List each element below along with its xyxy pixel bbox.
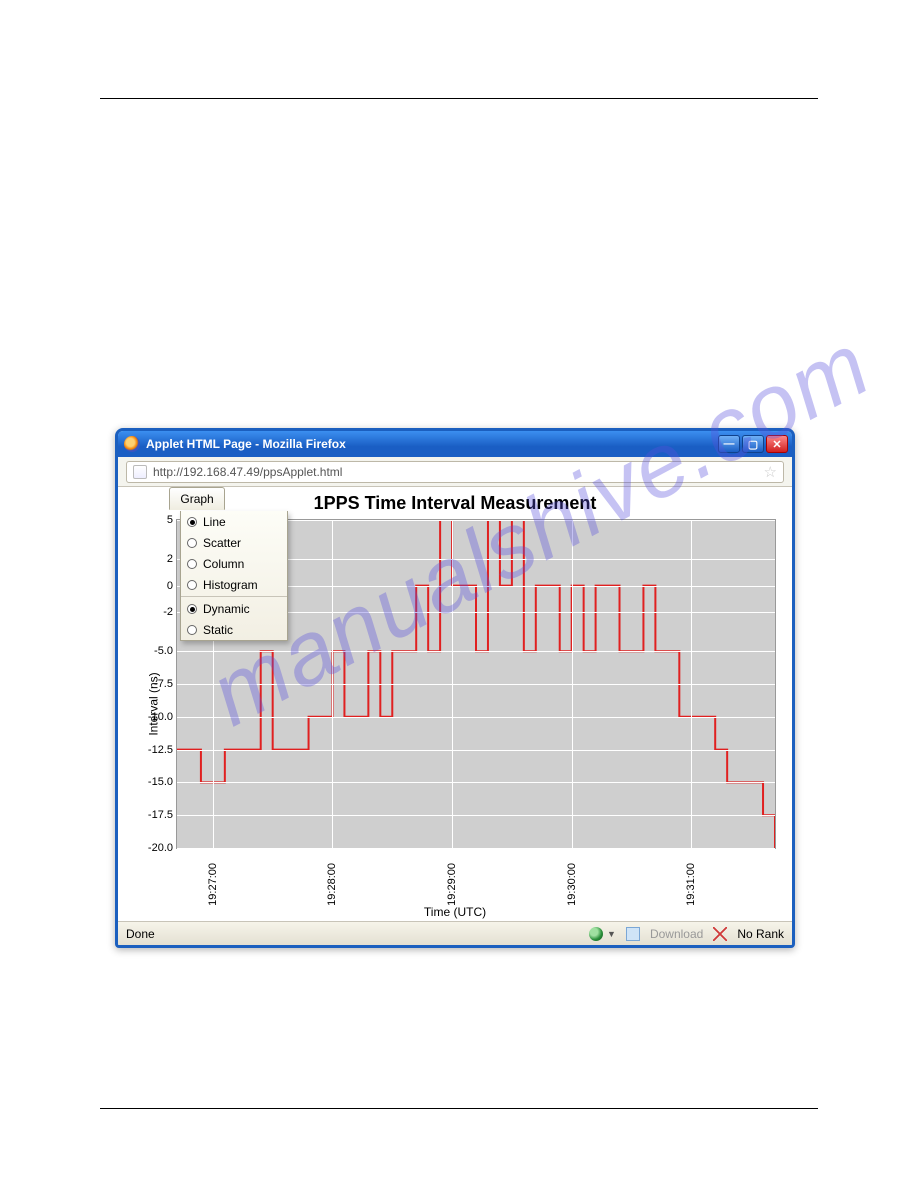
chart-gridline-h — [177, 717, 775, 718]
chart-ytick: -15.0 — [137, 776, 173, 788]
graph-mode-dynamic[interactable]: Dynamic — [181, 598, 287, 619]
chart-xtick: 19:29:00 — [446, 863, 458, 906]
chart-ytick: -20.0 — [137, 842, 173, 854]
globe-icon[interactable] — [589, 927, 603, 941]
chart-gridline-h — [177, 815, 775, 816]
chart-ytick: -12.5 — [137, 744, 173, 756]
close-button[interactable]: ✕ — [766, 435, 788, 453]
option-label: Column — [203, 557, 244, 571]
chart-gridline-v — [572, 520, 573, 848]
chart-xtick: 19:31:00 — [685, 863, 697, 906]
chart-gridline-v — [691, 520, 692, 848]
graph-option-line[interactable]: Line — [181, 511, 287, 532]
graph-dropdown: Line Scatter Column Histogram Dynamic — [180, 511, 288, 641]
status-text: Done — [126, 927, 155, 941]
window-controls: — ▢ ✕ — [718, 435, 788, 453]
option-label: Scatter — [203, 536, 241, 550]
graph-option-column[interactable]: Column — [181, 553, 287, 574]
browser-statusbar: Done ▼ Download No Rank — [118, 921, 792, 945]
menu-separator — [181, 596, 287, 597]
radio-icon — [187, 625, 197, 635]
norank-label[interactable]: No Rank — [737, 927, 784, 941]
chart-ytick: 0 — [137, 580, 173, 592]
option-label: Histogram — [203, 578, 258, 592]
chart-xlabel: Time (UTC) — [118, 905, 792, 919]
chart-gridline-h — [177, 782, 775, 783]
chart-xtick: 19:28:00 — [326, 863, 338, 906]
window-titlebar[interactable]: Applet HTML Page - Mozilla Firefox — ▢ ✕ — [118, 431, 792, 457]
chart-xtick: 19:30:00 — [566, 863, 578, 906]
chart-gridline-h — [177, 750, 775, 751]
page-rule-top — [100, 98, 818, 99]
option-label: Dynamic — [203, 602, 250, 616]
chart-ytick: -10.0 — [137, 711, 173, 723]
page-rule-bottom — [100, 1108, 818, 1109]
chart-ytick: 2 — [137, 553, 173, 565]
graph-option-histogram[interactable]: Histogram — [181, 574, 287, 595]
radio-icon — [187, 538, 197, 548]
radio-icon — [187, 604, 197, 614]
option-label: Line — [203, 515, 226, 529]
window-title: Applet HTML Page - Mozilla Firefox — [146, 437, 718, 451]
firefox-icon — [124, 436, 140, 452]
option-label: Static — [203, 623, 233, 637]
minimize-button[interactable]: — — [718, 435, 740, 453]
radio-icon — [187, 580, 197, 590]
url-input[interactable]: http://192.168.47.49/ppsApplet.html ☆ — [126, 461, 784, 483]
norank-icon[interactable] — [713, 927, 727, 941]
browser-window: Applet HTML Page - Mozilla Firefox — ▢ ✕… — [115, 428, 795, 948]
download-icon[interactable] — [626, 927, 640, 941]
download-label[interactable]: Download — [650, 927, 703, 941]
chart-ytick: -7.5 — [137, 678, 173, 690]
chart-ytick: -2 — [137, 606, 173, 618]
chart-ytick: 5 — [137, 514, 173, 526]
chart-gridline-v — [452, 520, 453, 848]
graph-mode-static[interactable]: Static — [181, 619, 287, 640]
chart-gridline-v — [332, 520, 333, 848]
url-text: http://192.168.47.49/ppsApplet.html — [153, 465, 342, 479]
dropdown-arrow-icon[interactable]: ▼ — [607, 929, 616, 939]
chart-ytick: -5.0 — [137, 645, 173, 657]
chart-xtick: 19:27:00 — [207, 863, 219, 906]
bookmark-star-icon[interactable]: ☆ — [764, 463, 777, 481]
url-toolbar: http://192.168.47.49/ppsApplet.html ☆ — [118, 457, 792, 487]
chart-gridline-h — [177, 848, 775, 849]
menu-graph[interactable]: Graph — [169, 487, 224, 510]
chart-gridline-h — [177, 651, 775, 652]
maximize-button[interactable]: ▢ — [742, 435, 764, 453]
radio-icon — [187, 517, 197, 527]
radio-icon — [187, 559, 197, 569]
graph-option-scatter[interactable]: Scatter — [181, 532, 287, 553]
chart-ytick: -17.5 — [137, 809, 173, 821]
chart-gridline-h — [177, 684, 775, 685]
page-icon — [133, 465, 147, 479]
